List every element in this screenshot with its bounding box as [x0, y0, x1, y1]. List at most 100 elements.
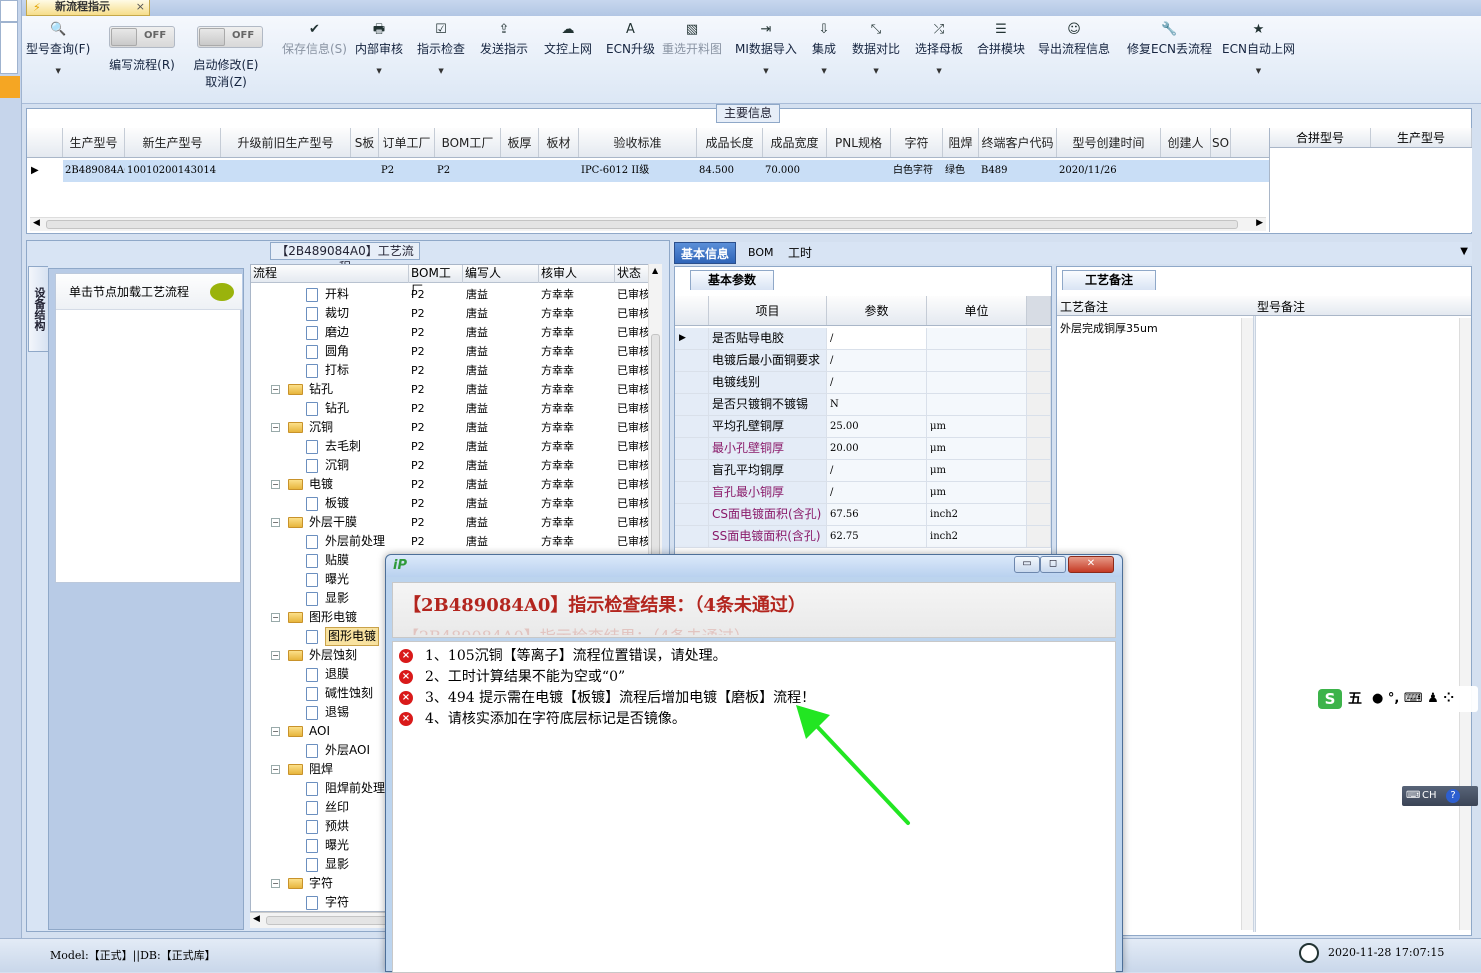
- close-button[interactable]: ✕: [1068, 556, 1114, 573]
- col-header[interactable]: 订单工厂: [379, 128, 435, 157]
- col-header[interactable]: 阻焊: [943, 128, 979, 157]
- dropdown-arrow-icon[interactable]: ▼: [915, 67, 963, 75]
- dialog-titlebar[interactable]: iP ▭ ◻ ✕: [386, 555, 1122, 577]
- col-header[interactable]: 新生产型号: [125, 128, 221, 157]
- tree-node-label[interactable]: 去毛刺: [325, 437, 361, 456]
- param-value[interactable]: 62.75: [827, 526, 927, 547]
- tree-node-label[interactable]: 曝光: [325, 836, 349, 855]
- tree-node-label[interactable]: 碱性蚀刻: [325, 684, 373, 703]
- col-header[interactable]: BOM工厂: [435, 128, 501, 157]
- tree-node-label[interactable]: 曝光: [325, 570, 349, 589]
- tree-col-header[interactable]: BOM工厂: [409, 265, 463, 297]
- grid-cell[interactable]: P2: [435, 160, 501, 182]
- tree-node-label[interactable]: 图形电镀: [309, 608, 357, 627]
- tab-bom[interactable]: BOM: [742, 242, 780, 264]
- tree-row[interactable]: 打标 P2 唐益 方幸幸 已审核: [251, 361, 650, 380]
- tree-col-header[interactable]: 核审人: [539, 265, 615, 283]
- scroll-thumb[interactable]: [46, 220, 1238, 229]
- main-grid-hscroll[interactable]: ◀ ▶: [30, 217, 1266, 231]
- tree-node-label[interactable]: 沉铜: [309, 418, 333, 437]
- toolbar-button-1[interactable]: ✔ 保存信息(S): [282, 22, 347, 57]
- tree-node-label[interactable]: 外层AOI: [325, 741, 370, 760]
- toolbar-button-0[interactable]: 🔍 型号查询(F) ▼: [26, 22, 90, 75]
- language-bar[interactable]: ⌨ CH ?: [1402, 786, 1478, 806]
- load-process-button[interactable]: 单击节点加载工艺流程: [56, 274, 242, 310]
- ime-toolbar[interactable]: S 五 ● °, ⌨ ♟ ⁘: [1314, 686, 1478, 712]
- collapse-toggle-icon[interactable]: −: [271, 879, 280, 888]
- grid-cell[interactable]: 2020/11/26: [1057, 160, 1161, 182]
- tree-node-label[interactable]: 阻焊前处理: [325, 779, 385, 798]
- param-row[interactable]: CS面电镀面积(含孔) 67.56 inch2: [675, 504, 1051, 526]
- toolbar-button-11[interactable]: ⤮ 选择母板 ▼: [915, 22, 963, 75]
- scroll-up-icon[interactable]: ▲: [652, 266, 658, 275]
- help-icon[interactable]: ?: [1446, 789, 1460, 803]
- param-row[interactable]: 是否只镀铜不镀锡 N: [675, 394, 1051, 416]
- col-header[interactable]: SO: [1211, 128, 1231, 157]
- tree-node-label[interactable]: AOI: [309, 722, 330, 741]
- chevron-down-icon[interactable]: ▼: [1460, 246, 1468, 257]
- toolbar-button-15[interactable]: ★ ECN自动上网 ▼: [1222, 22, 1295, 75]
- dropdown-arrow-icon[interactable]: ▼: [26, 67, 90, 75]
- scroll-right-icon[interactable]: ▶: [1256, 218, 1263, 228]
- param-value[interactable]: /: [827, 350, 927, 371]
- tree-row[interactable]: 裁切 P2 唐益 方幸幸 已审核: [251, 304, 650, 323]
- tree-node-label[interactable]: 预烘: [325, 817, 349, 836]
- collapse-toggle-icon[interactable]: −: [271, 518, 280, 527]
- tree-node-label[interactable]: 钻孔: [325, 399, 349, 418]
- grid-cell[interactable]: [1161, 160, 1211, 182]
- tab-device-structure[interactable]: 设备结构: [28, 266, 48, 352]
- tree-row[interactable]: 磨边 P2 唐益 方幸幸 已审核: [251, 323, 650, 342]
- dropdown-arrow-icon[interactable]: ▼: [417, 67, 465, 75]
- param-value[interactable]: 67.56: [827, 504, 927, 525]
- minimize-button[interactable]: ▭: [1014, 556, 1040, 573]
- collapse-toggle-icon[interactable]: −: [271, 727, 280, 736]
- tree-node-label[interactable]: 裁切: [325, 304, 349, 323]
- col-header[interactable]: PNL规格: [827, 128, 891, 157]
- main-grid-row[interactable]: ▶ 2B489084A0 10010200143014 P2 P2 IPC-6012 II…: [27, 160, 1269, 182]
- param-row[interactable]: SS面电镀面积(含孔) 62.75 inch2: [675, 526, 1051, 548]
- col-header[interactable]: 验收标准: [579, 128, 697, 157]
- basic-params-caption[interactable]: 基本参数: [690, 270, 774, 290]
- param-row[interactable]: 盲孔最小铜厚 / μm: [675, 482, 1051, 504]
- col-header[interactable]: 板厚: [501, 128, 539, 157]
- cancel-label[interactable]: 取消(Z): [190, 73, 262, 90]
- tree-row[interactable]: − 钻孔 P2 唐益 方幸幸 已审核: [251, 380, 650, 399]
- tree-node-label[interactable]: 电镀: [309, 475, 333, 494]
- scroll-left-icon[interactable]: ◀: [253, 914, 260, 924]
- grid-cell[interactable]: [351, 160, 379, 182]
- tree-col-header[interactable]: 编写人: [463, 265, 539, 283]
- tree-row[interactable]: 去毛刺 P2 唐益 方幸幸 已审核: [251, 437, 650, 456]
- toolbar-button-4[interactable]: ⇪ 发送指示: [480, 22, 528, 57]
- process-notes-caption[interactable]: 工艺备注: [1062, 270, 1156, 290]
- grid-cell[interactable]: [539, 160, 579, 182]
- col-header[interactable]: 终端客户代码: [979, 128, 1057, 157]
- collapse-toggle-icon[interactable]: −: [271, 613, 280, 622]
- param-value[interactable]: N: [827, 394, 927, 415]
- ime-mode[interactable]: 五: [1348, 686, 1362, 712]
- toolbar-button-9[interactable]: ⇩ 集成 ▼: [812, 22, 836, 75]
- tree-row[interactable]: 沉铜 P2 唐益 方幸幸 已审核: [251, 456, 650, 475]
- tree-node-label[interactable]: 钻孔: [309, 380, 333, 399]
- param-value[interactable]: /: [827, 328, 927, 349]
- process-note-text[interactable]: 外层完成铜厚35um: [1060, 320, 1158, 336]
- tree-row[interactable]: 钻孔 P2 唐益 方幸幸 已审核: [251, 399, 650, 418]
- tree-node-label[interactable]: 外层蚀刻: [309, 646, 357, 665]
- tree-node-label[interactable]: 开料: [325, 285, 349, 304]
- toolbar-button-10[interactable]: ⤡ 数据对比 ▼: [852, 22, 900, 75]
- tree-node-label[interactable]: 显影: [325, 855, 349, 874]
- grid-cell[interactable]: [221, 160, 351, 182]
- param-row[interactable]: 电镀线别 /: [675, 372, 1051, 394]
- param-row[interactable]: 最小孔壁铜厚 20.00 μm: [675, 438, 1051, 460]
- ime-tools-icon[interactable]: ● °, ⌨ ♟ ⁘: [1372, 686, 1454, 712]
- tree-row[interactable]: 圆角 P2 唐益 方幸幸 已审核: [251, 342, 650, 361]
- collapse-toggle-icon[interactable]: −: [271, 480, 280, 489]
- toolbar-button-8[interactable]: ⇥ MI数据导入 ▼: [735, 22, 797, 75]
- grid-cell[interactable]: 84.500: [697, 160, 763, 182]
- param-row[interactable]: ▶ 是否贴导电胶 /: [675, 328, 1051, 350]
- grid-cell[interactable]: [501, 160, 539, 182]
- tree-node-label[interactable]: 字符: [309, 874, 333, 893]
- tree-node-label[interactable]: 外层前处理: [325, 532, 385, 551]
- tree-node-label[interactable]: 退锡: [325, 703, 349, 722]
- tree-node-label[interactable]: 阻焊: [309, 760, 333, 779]
- col-header[interactable]: 创建人: [1161, 128, 1211, 157]
